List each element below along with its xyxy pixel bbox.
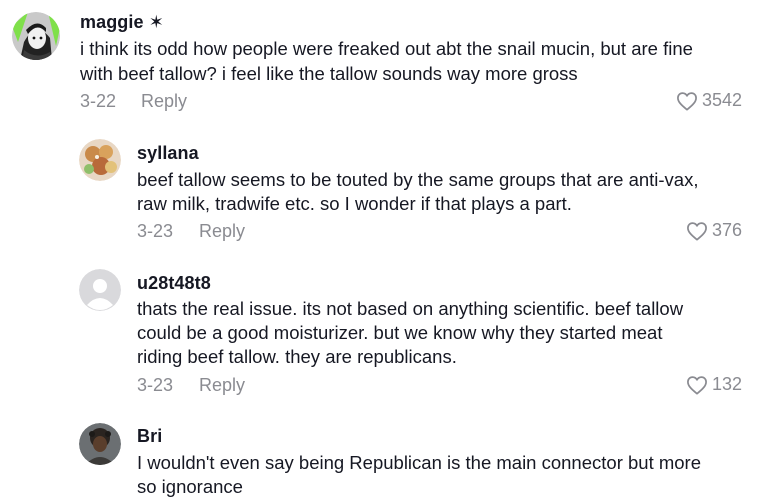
avatar-bri[interactable] <box>79 423 121 465</box>
comment-text-line: could be a good moisturizer. but we know… <box>137 322 663 343</box>
comment-text-line: raw milk, tradwife etc. so I wonder if t… <box>137 193 572 214</box>
comment-date: 3-23 <box>137 375 174 395</box>
comment-date: 3-22 <box>80 91 117 111</box>
username[interactable]: u28t48t8 <box>137 273 211 294</box>
comment-text-line: with beef tallow? i feel like the tallow… <box>80 63 578 84</box>
like-count: 376 <box>711 220 742 240</box>
avatar-default[interactable] <box>79 269 121 311</box>
like-button[interactable]: 376 <box>686 220 742 241</box>
avatar-maggie[interactable] <box>12 12 60 60</box>
avatar-image <box>79 139 121 181</box>
like-button[interactable]: 3542 <box>676 90 742 111</box>
like-count: 132 <box>711 374 742 394</box>
default-user-icon <box>79 269 121 311</box>
username[interactable]: Bri <box>137 426 162 447</box>
reply-button[interactable]: Reply <box>141 91 187 112</box>
comment-text-line: so ignorance <box>137 476 243 497</box>
reply-button[interactable]: Reply <box>199 375 245 396</box>
comment-text-line: thats the real issue. its not based on a… <box>137 298 684 319</box>
username[interactable]: syllana <box>137 143 199 164</box>
like-button[interactable]: 132 <box>686 374 742 395</box>
username[interactable]: maggie ✶ <box>80 12 164 33</box>
comment-text-line: beef tallow seems to be touted by the sa… <box>137 169 699 190</box>
comment-text-line: i think its odd how people were freaked … <box>80 38 693 59</box>
reply-button[interactable]: Reply <box>199 221 245 242</box>
comment-date: 3-23 <box>137 221 174 241</box>
avatar-image <box>12 12 60 60</box>
heart-outline-icon <box>676 91 698 111</box>
avatar-syllana[interactable] <box>79 139 121 181</box>
comment-text-line: riding beef tallow. they are republicans… <box>137 346 457 367</box>
heart-outline-icon <box>686 375 708 395</box>
comment-text-line: I wouldn't even say being Republican is … <box>137 452 701 473</box>
like-count: 3542 <box>701 90 742 110</box>
heart-outline-icon <box>686 221 708 241</box>
avatar-image <box>79 423 121 465</box>
